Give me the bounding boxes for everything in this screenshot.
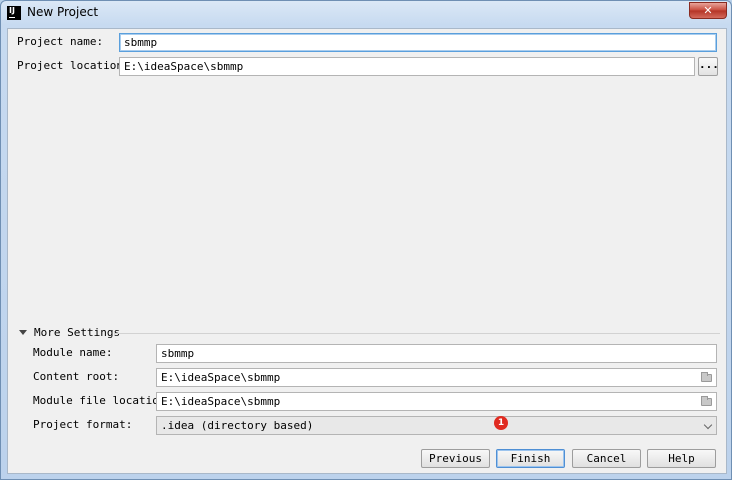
browse-location-button[interactable]: ... bbox=[698, 57, 719, 76]
title-bar[interactable]: IJ New Project ✕ bbox=[1, 1, 731, 25]
close-icon: ✕ bbox=[703, 4, 713, 17]
collapse-triangle-icon bbox=[19, 329, 27, 335]
content-root-label: Content root: bbox=[33, 370, 120, 383]
window-title: New Project bbox=[27, 5, 99, 19]
folder-icon[interactable] bbox=[701, 372, 712, 382]
new-project-window: IJ New Project ✕ Project name: sbmmp Pro… bbox=[0, 0, 732, 480]
app-icon: IJ bbox=[7, 6, 21, 20]
help-button[interactable]: Help bbox=[647, 449, 716, 468]
finish-button[interactable]: Finish bbox=[496, 449, 565, 468]
cancel-button[interactable]: Cancel bbox=[572, 449, 641, 468]
module-name-input[interactable]: sbmmp bbox=[156, 344, 717, 363]
more-settings-header: More Settings bbox=[34, 326, 121, 339]
more-settings-toggle[interactable]: More Settings bbox=[19, 326, 120, 340]
content-root-value: E:\ideaSpace\sbmmp bbox=[161, 371, 281, 384]
folder-icon[interactable] bbox=[701, 396, 712, 406]
module-file-location-input[interactable]: E:\ideaSpace\sbmmp bbox=[156, 392, 717, 411]
project-format-value: .idea (directory based) bbox=[161, 419, 314, 432]
module-file-location-label: Module file location: bbox=[33, 394, 173, 407]
project-location-label: Project location: bbox=[17, 59, 130, 72]
close-button[interactable]: ✕ bbox=[689, 2, 727, 19]
project-name-input[interactable]: sbmmp bbox=[119, 33, 717, 52]
project-name-label: Project name: bbox=[17, 35, 104, 48]
content-root-input[interactable]: E:\ideaSpace\sbmmp bbox=[156, 368, 717, 387]
project-location-input[interactable]: E:\ideaSpace\sbmmp bbox=[119, 57, 695, 76]
section-divider bbox=[114, 333, 720, 334]
project-format-select[interactable]: .idea (directory based) bbox=[156, 416, 717, 435]
module-name-label: Module name: bbox=[33, 346, 113, 359]
app-icon-text: IJ bbox=[9, 6, 15, 15]
module-file-location-value: E:\ideaSpace\sbmmp bbox=[161, 395, 281, 408]
project-format-label: Project format: bbox=[33, 418, 133, 431]
previous-button[interactable]: Previous bbox=[421, 449, 490, 468]
dialog-content: Project name: sbmmp Project location: E:… bbox=[7, 28, 727, 474]
annotation-badge: 1 bbox=[494, 416, 508, 430]
chevron-down-icon bbox=[703, 420, 713, 430]
